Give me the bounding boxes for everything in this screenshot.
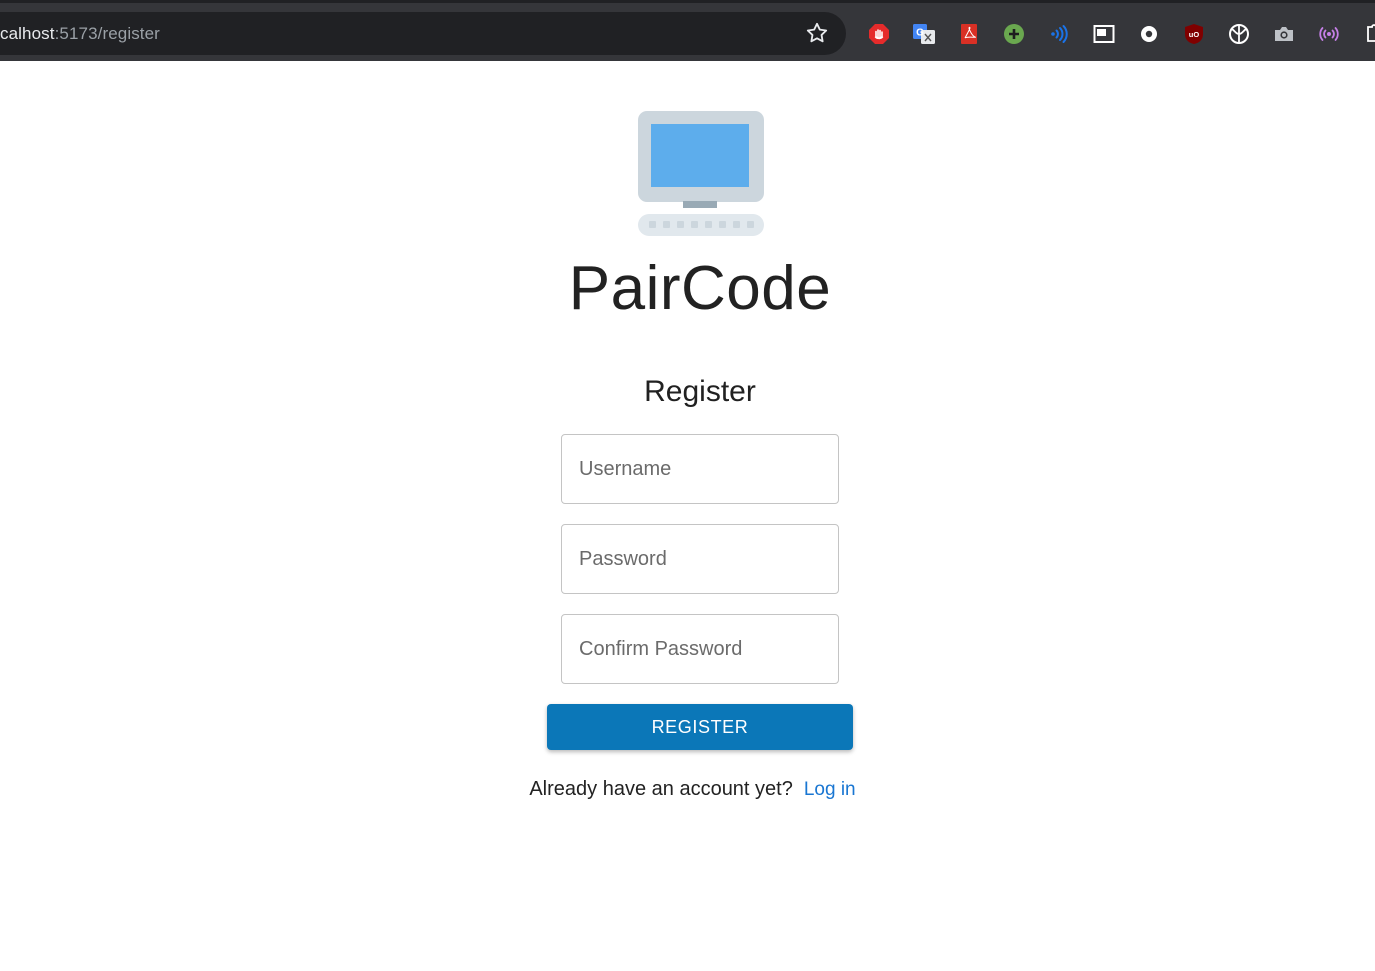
confirm-password-field[interactable] [561, 614, 839, 684]
password-input[interactable] [562, 525, 838, 593]
register-heading: Register [644, 375, 756, 408]
svg-text:G: G [916, 28, 924, 39]
url-text[interactable]: calhost:5173/register [0, 24, 160, 44]
login-prompt-text: Already have an account yet? [529, 778, 793, 800]
url-path: :5173/register [54, 24, 160, 43]
address-bar[interactable]: calhost:5173/register [0, 12, 846, 55]
puzzle-icon[interactable] [1361, 22, 1375, 46]
pdf-icon[interactable] [957, 22, 981, 46]
svg-text:uO: uO [1189, 30, 1200, 39]
login-prompt: Already have an account yet? Log in [0, 778, 1375, 801]
url-host: calhost [0, 24, 55, 43]
plus-extension-icon[interactable] [1002, 22, 1026, 46]
password-field[interactable] [561, 524, 839, 594]
browser-toolbar: calhost:5173/register G uO [0, 0, 1375, 61]
record-icon[interactable] [1137, 22, 1161, 46]
computer-logo-icon [637, 110, 765, 238]
confirm-password-input[interactable] [562, 615, 838, 683]
app-title: PairCode [568, 254, 832, 323]
picture-in-picture-icon[interactable] [1092, 22, 1116, 46]
read-aloud-icon[interactable] [1047, 22, 1071, 46]
login-link[interactable]: Log in [804, 779, 856, 800]
camera-icon[interactable] [1272, 22, 1296, 46]
adblock-icon[interactable] [867, 22, 891, 46]
bookmark-star-icon[interactable] [804, 20, 830, 46]
username-field[interactable] [561, 434, 839, 504]
register-button[interactable]: REGISTER [547, 704, 853, 750]
ublock-icon[interactable]: uO [1182, 22, 1206, 46]
google-translate-icon[interactable]: G [912, 22, 936, 46]
split-circle-icon[interactable] [1227, 22, 1251, 46]
broadcast-icon[interactable] [1317, 22, 1341, 46]
username-input[interactable] [562, 435, 838, 503]
